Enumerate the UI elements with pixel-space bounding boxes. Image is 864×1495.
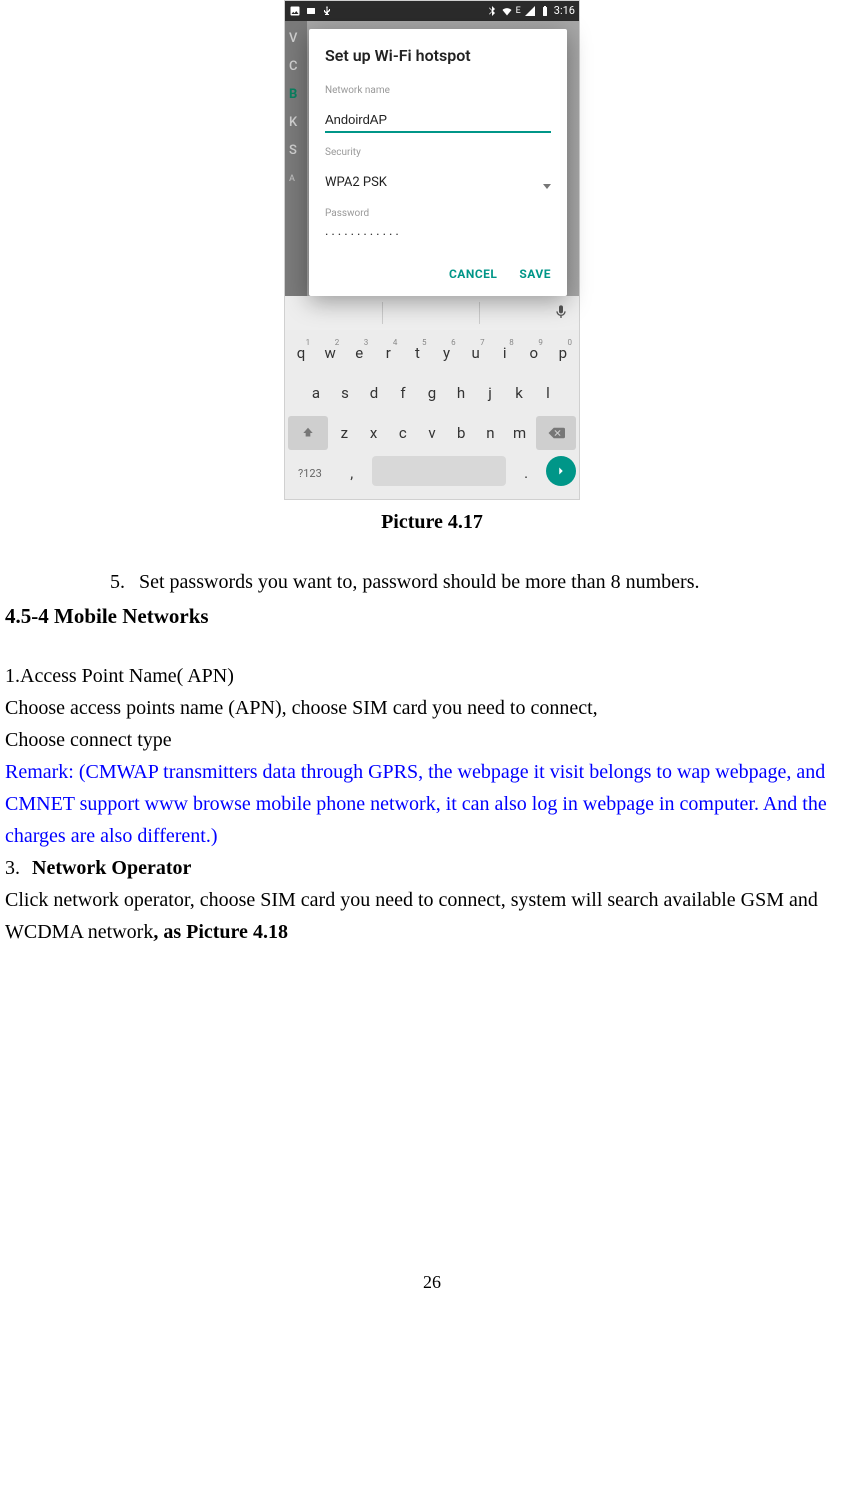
key-q[interactable]: q1 [288,336,314,370]
password-input[interactable]: ············ [325,224,551,253]
dialog-title: Set up Wi-Fi hotspot [325,43,551,69]
list-item-5: 5. Set passwords you want to, password s… [105,566,859,598]
image-icon [289,5,301,17]
key-j[interactable]: j [477,376,503,410]
key-d[interactable]: d [361,376,387,410]
operator-text: Click network operator, choose SIM card … [5,884,859,948]
key-h[interactable]: h [448,376,474,410]
key-p[interactable]: p0 [550,336,576,370]
key-r[interactable]: r4 [375,336,401,370]
key-c[interactable]: c [390,416,416,450]
network-name-input[interactable] [325,110,551,133]
wifi-hotspot-dialog: Set up Wi-Fi hotspot Network name Securi… [309,29,567,296]
key-y[interactable]: y6 [433,336,459,370]
bg-letters: V C B K S A [289,25,298,193]
status-time: 3:16 [554,2,575,20]
comma-key[interactable]: , [335,456,369,490]
signal-icon [524,5,536,17]
usb-icon [321,5,333,17]
key-l[interactable]: l [535,376,561,410]
apn-line-1: Choose access points name (APN), choose … [5,692,859,724]
key-n[interactable]: n [477,416,503,450]
key-b[interactable]: b [448,416,474,450]
key-t[interactable]: t5 [404,336,430,370]
key-e[interactable]: e3 [346,336,372,370]
list-number-3: 3. [5,852,20,884]
key-i[interactable]: i8 [492,336,518,370]
space-key[interactable] [372,456,507,486]
heading-454: 4.5-4 Mobile Networks [5,600,859,634]
password-label: Password [325,206,551,222]
key-z[interactable]: z [331,416,357,450]
cancel-button[interactable]: CANCEL [449,265,497,284]
wifi-icon [501,5,513,17]
key-f[interactable]: f [390,376,416,410]
card-icon [305,5,317,17]
key-k[interactable]: k [506,376,532,410]
list-number: 5. [105,566,125,598]
status-bar: E 3:16 [285,1,579,21]
remark-text: Remark: (CMWAP transmitters data through… [5,756,859,852]
signal-label: E [516,4,521,18]
network-name-label: Network name [325,83,551,99]
page-number: 26 [5,1268,859,1307]
enter-key[interactable] [546,456,576,486]
security-label: Security [325,145,551,161]
operator-title: Network Operator [32,852,191,884]
separator [382,302,383,324]
mic-icon[interactable] [553,297,569,329]
security-value: WPA2 PSK [325,173,387,194]
backspace-key[interactable] [536,416,576,450]
soft-keyboard: q1w2e3r4t5y6u7i8o9p0 asdfghjkl zxcvbnm ?… [285,330,579,499]
security-dropdown[interactable]: WPA2 PSK [325,173,551,195]
list-text: Set passwords you want to, password shou… [139,566,700,598]
shift-key[interactable] [288,416,328,450]
key-u[interactable]: u7 [463,336,489,370]
symbols-key[interactable]: ?123 [288,456,332,490]
keyboard-suggestion-strip [285,296,579,330]
dot-key[interactable]: . [509,456,543,490]
bluetooth-icon [486,5,498,17]
operator-heading: 3. Network Operator [5,852,859,884]
key-g[interactable]: g [419,376,445,410]
key-w[interactable]: w2 [317,336,343,370]
chevron-down-icon [543,184,551,189]
key-v[interactable]: v [419,416,445,450]
figure-caption: Picture 4.17 [5,506,859,538]
apn-line-2: Choose connect type [5,724,859,756]
dialog-backdrop: V C B K S A Set up Wi-Fi hotspot Network… [285,21,579,296]
android-screenshot: E 3:16 V C B K S A Set up Wi-Fi hotspot … [284,0,580,500]
key-x[interactable]: x [360,416,386,450]
apn-title: 1.Access Point Name( APN) [5,660,859,692]
battery-icon [539,5,551,17]
key-o[interactable]: o9 [521,336,547,370]
separator [479,302,480,324]
key-s[interactable]: s [332,376,358,410]
key-m[interactable]: m [507,416,533,450]
key-a[interactable]: a [303,376,329,410]
save-button[interactable]: SAVE [519,265,551,284]
